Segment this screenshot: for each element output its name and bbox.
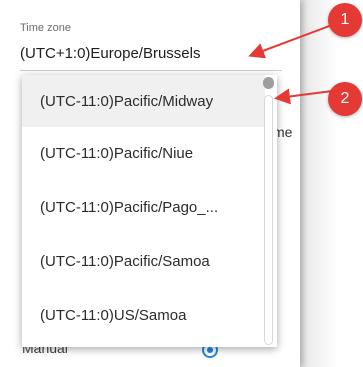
annotation-badge-1: 1 bbox=[328, 3, 362, 37]
option-pacific-samoa[interactable]: (UTC-11:0)Pacific/Samoa bbox=[22, 235, 265, 287]
time-zone-label: Time zone bbox=[20, 22, 71, 34]
scrollbar-track[interactable] bbox=[264, 95, 273, 345]
background-strip bbox=[300, 0, 363, 367]
option-pacific-pago[interactable]: (UTC-11:0)Pacific/Pago_... bbox=[22, 181, 265, 233]
option-us-samoa[interactable]: (UTC-11:0)US/Samoa bbox=[22, 289, 265, 341]
option-pacific-midway[interactable]: (UTC-11:0)Pacific/Midway bbox=[22, 75, 265, 127]
time-zone-select[interactable]: (UTC+1:0)Europe/Brussels bbox=[20, 45, 200, 62]
time-zone-dropdown: (UTC-11:0)Pacific/Midway (UTC-11:0)Pacif… bbox=[22, 75, 277, 347]
option-pacific-niue[interactable]: (UTC-11:0)Pacific/Niue bbox=[22, 127, 265, 179]
field-underline bbox=[20, 70, 282, 71]
scrollbar-thumb[interactable] bbox=[263, 77, 274, 89]
annotation-badge-2: 2 bbox=[328, 82, 362, 116]
